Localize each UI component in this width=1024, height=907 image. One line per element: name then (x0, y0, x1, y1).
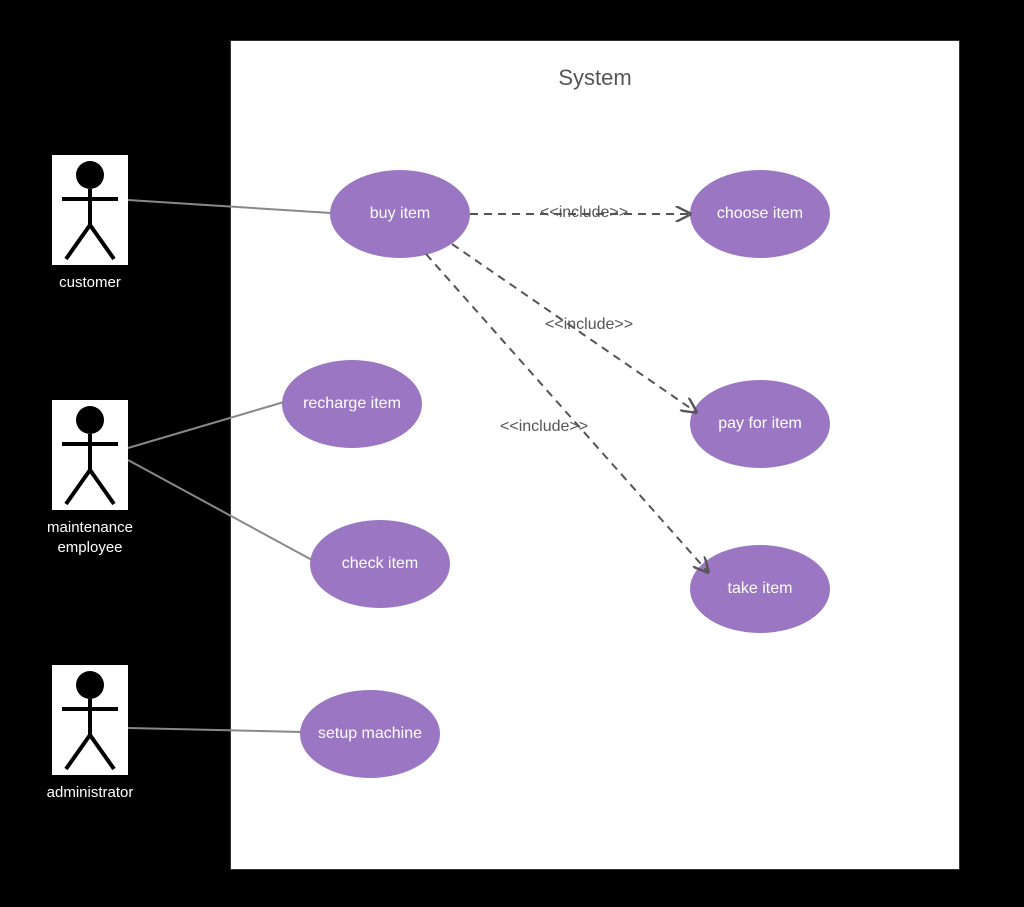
usecase-label: pay for item (718, 414, 802, 434)
usecase-pay-for-item: pay for item (690, 380, 830, 468)
usecase-choose-item: choose item (690, 170, 830, 258)
usecase-setup-machine: setup machine (300, 690, 440, 778)
diagram-canvas: System customer maintenance employee (0, 0, 1024, 907)
include-label-3: <<include>> (500, 418, 588, 436)
actor-icon (52, 155, 128, 265)
usecase-label: take item (728, 579, 793, 599)
system-title: System (231, 65, 959, 91)
usecase-label: check item (342, 554, 418, 574)
usecase-label: setup machine (318, 724, 422, 744)
usecase-take-item: take item (690, 545, 830, 633)
usecase-recharge-item: recharge item (282, 360, 422, 448)
actor-icon (52, 400, 128, 510)
actor-customer: customer (30, 155, 150, 293)
include-label-1: <<include>> (540, 204, 628, 222)
actor-administrator: administrator (30, 665, 150, 803)
usecase-label: buy item (370, 204, 430, 224)
include-label-2: <<include>> (545, 316, 633, 334)
usecase-check-item: check item (310, 520, 450, 608)
actor-maintenance: maintenance employee (30, 400, 150, 557)
usecase-label: choose item (717, 204, 803, 224)
actor-label: maintenance employee (30, 518, 150, 557)
usecase-label: recharge item (303, 394, 401, 414)
usecase-buy-item: buy item (330, 170, 470, 258)
actor-icon (52, 665, 128, 775)
actor-label: customer (30, 273, 150, 293)
actor-label: administrator (30, 783, 150, 803)
